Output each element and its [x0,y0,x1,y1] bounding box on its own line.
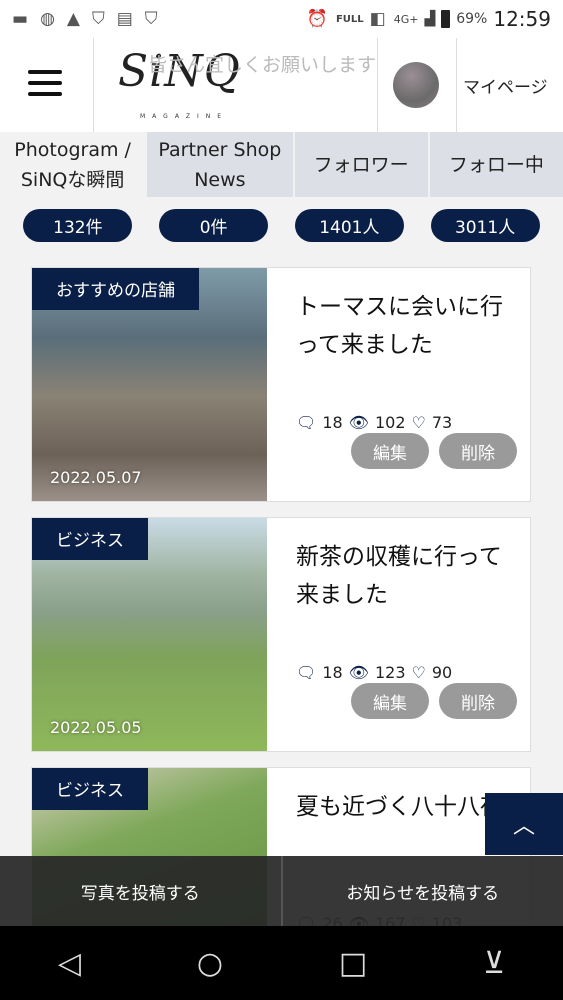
post-title[interactable]: トーマスに会いに行って来ました [296,288,521,364]
shield-search-icon: ⛉ [144,9,158,29]
hide-nav-icon[interactable]: ⊻ [483,946,505,981]
category-label: おすすめの店舗 [32,268,199,310]
logo-subtitle: MAGAZINE [140,113,229,120]
like-count: 73 [431,413,453,432]
menu-icon[interactable] [28,70,62,96]
like-count: 90 [431,663,453,682]
view-count: 123 [374,663,406,682]
tab-bar: Photogram / SiNQな瞬間 Partner Shop News フォ… [0,132,563,197]
comment-count: 18 [322,663,343,682]
clock: 12:59 [493,7,551,31]
delete-button[interactable]: 削除 [439,683,517,719]
tab-counts: 132件 0件 1401人 3011人 [0,209,563,242]
status-bar: ▬ ◍ ▲ ⛉ ▤ ⛉ ⏰ FULL ◧ 4G+ ▟ 69% 12:59 [0,0,563,38]
view-count: 102 [374,413,406,432]
network-type: 4G+ [393,12,419,26]
tab-following[interactable]: フォロー中 [429,132,563,197]
eye-icon: 👁 [348,413,369,432]
post-stats: 🗨 18 👁 123 ♡ 90 [296,663,452,682]
heart-icon: ♡ [411,663,426,682]
count-badge[interactable]: 1401人 [294,209,404,242]
warning-icon: ▲ [66,9,80,29]
shield-call-icon: ⛉ [91,9,105,29]
home-icon[interactable]: ○ [197,946,223,981]
post-news-button[interactable]: お知らせを投稿する [280,856,563,926]
post-card[interactable]: おすすめの店舗 2022.05.07 トーマスに会いに行って来ました 🗨 18 👁… [31,267,531,502]
tab-partner-shop-news[interactable]: Partner Shop News [147,132,293,197]
app-header: SiNQ MAGAZINE 皆さん宜しくお願いします マイページ [0,38,563,132]
wifi-calling-icon: ◍ [40,9,55,29]
eye-icon: 👁 [348,663,369,682]
back-icon[interactable]: ◁ [58,946,81,981]
post-title[interactable]: 新茶の収穫に行って来ました [296,538,521,614]
battery-icon [441,10,451,28]
comment-count: 18 [322,413,343,432]
post-date: 2022.05.05 [50,718,142,737]
nfc-icon: ◧ [369,9,386,29]
news-icon: ▤ [116,9,133,29]
category-label: ビジネス [32,518,148,560]
chevron-up-icon: ︿ [512,814,535,839]
message-icon: ▬ [12,9,29,29]
comment-icon: 🗨 [296,663,317,682]
count-badge[interactable]: 3011人 [430,209,540,242]
battery-percent: 69% [456,11,488,27]
avatar[interactable] [393,62,439,108]
delete-button[interactable]: 削除 [439,433,517,469]
post-card[interactable]: ビジネス 2022.05.05 新茶の収穫に行って来ました 🗨 18 👁 123 ♡… [31,517,531,752]
scroll-to-top-button[interactable]: ︿ [485,793,563,855]
heart-icon: ♡ [411,413,426,432]
recents-icon[interactable]: □ [339,946,367,981]
count-badge[interactable]: 132件 [23,209,133,242]
post-date: 2022.05.07 [50,468,142,487]
post-action-bar: 写真を投稿する お知らせを投稿する [0,856,563,926]
edit-button[interactable]: 編集 [351,683,429,719]
count-badge[interactable]: 0件 [159,209,269,242]
tab-photogram[interactable]: Photogram / SiNQな瞬間 [0,132,146,197]
post-photo-button[interactable]: 写真を投稿する [0,856,281,926]
system-nav-bar: ◁ ○ □ ⊻ [0,926,563,1000]
marquee-text: 皆さん宜しくお願いします [148,54,377,76]
storage-full-badge: FULL [335,13,364,25]
comment-icon: 🗨 [296,413,317,432]
mypage-link[interactable]: マイページ [463,73,548,98]
edit-button[interactable]: 編集 [351,433,429,469]
category-label: ビジネス [32,768,148,810]
signal-icon: ▟ [424,11,436,27]
post-stats: 🗨 18 👁 102 ♡ 73 [296,413,452,432]
tab-followers[interactable]: フォロワー [294,132,428,197]
alarm-icon: ⏰ [306,9,328,29]
